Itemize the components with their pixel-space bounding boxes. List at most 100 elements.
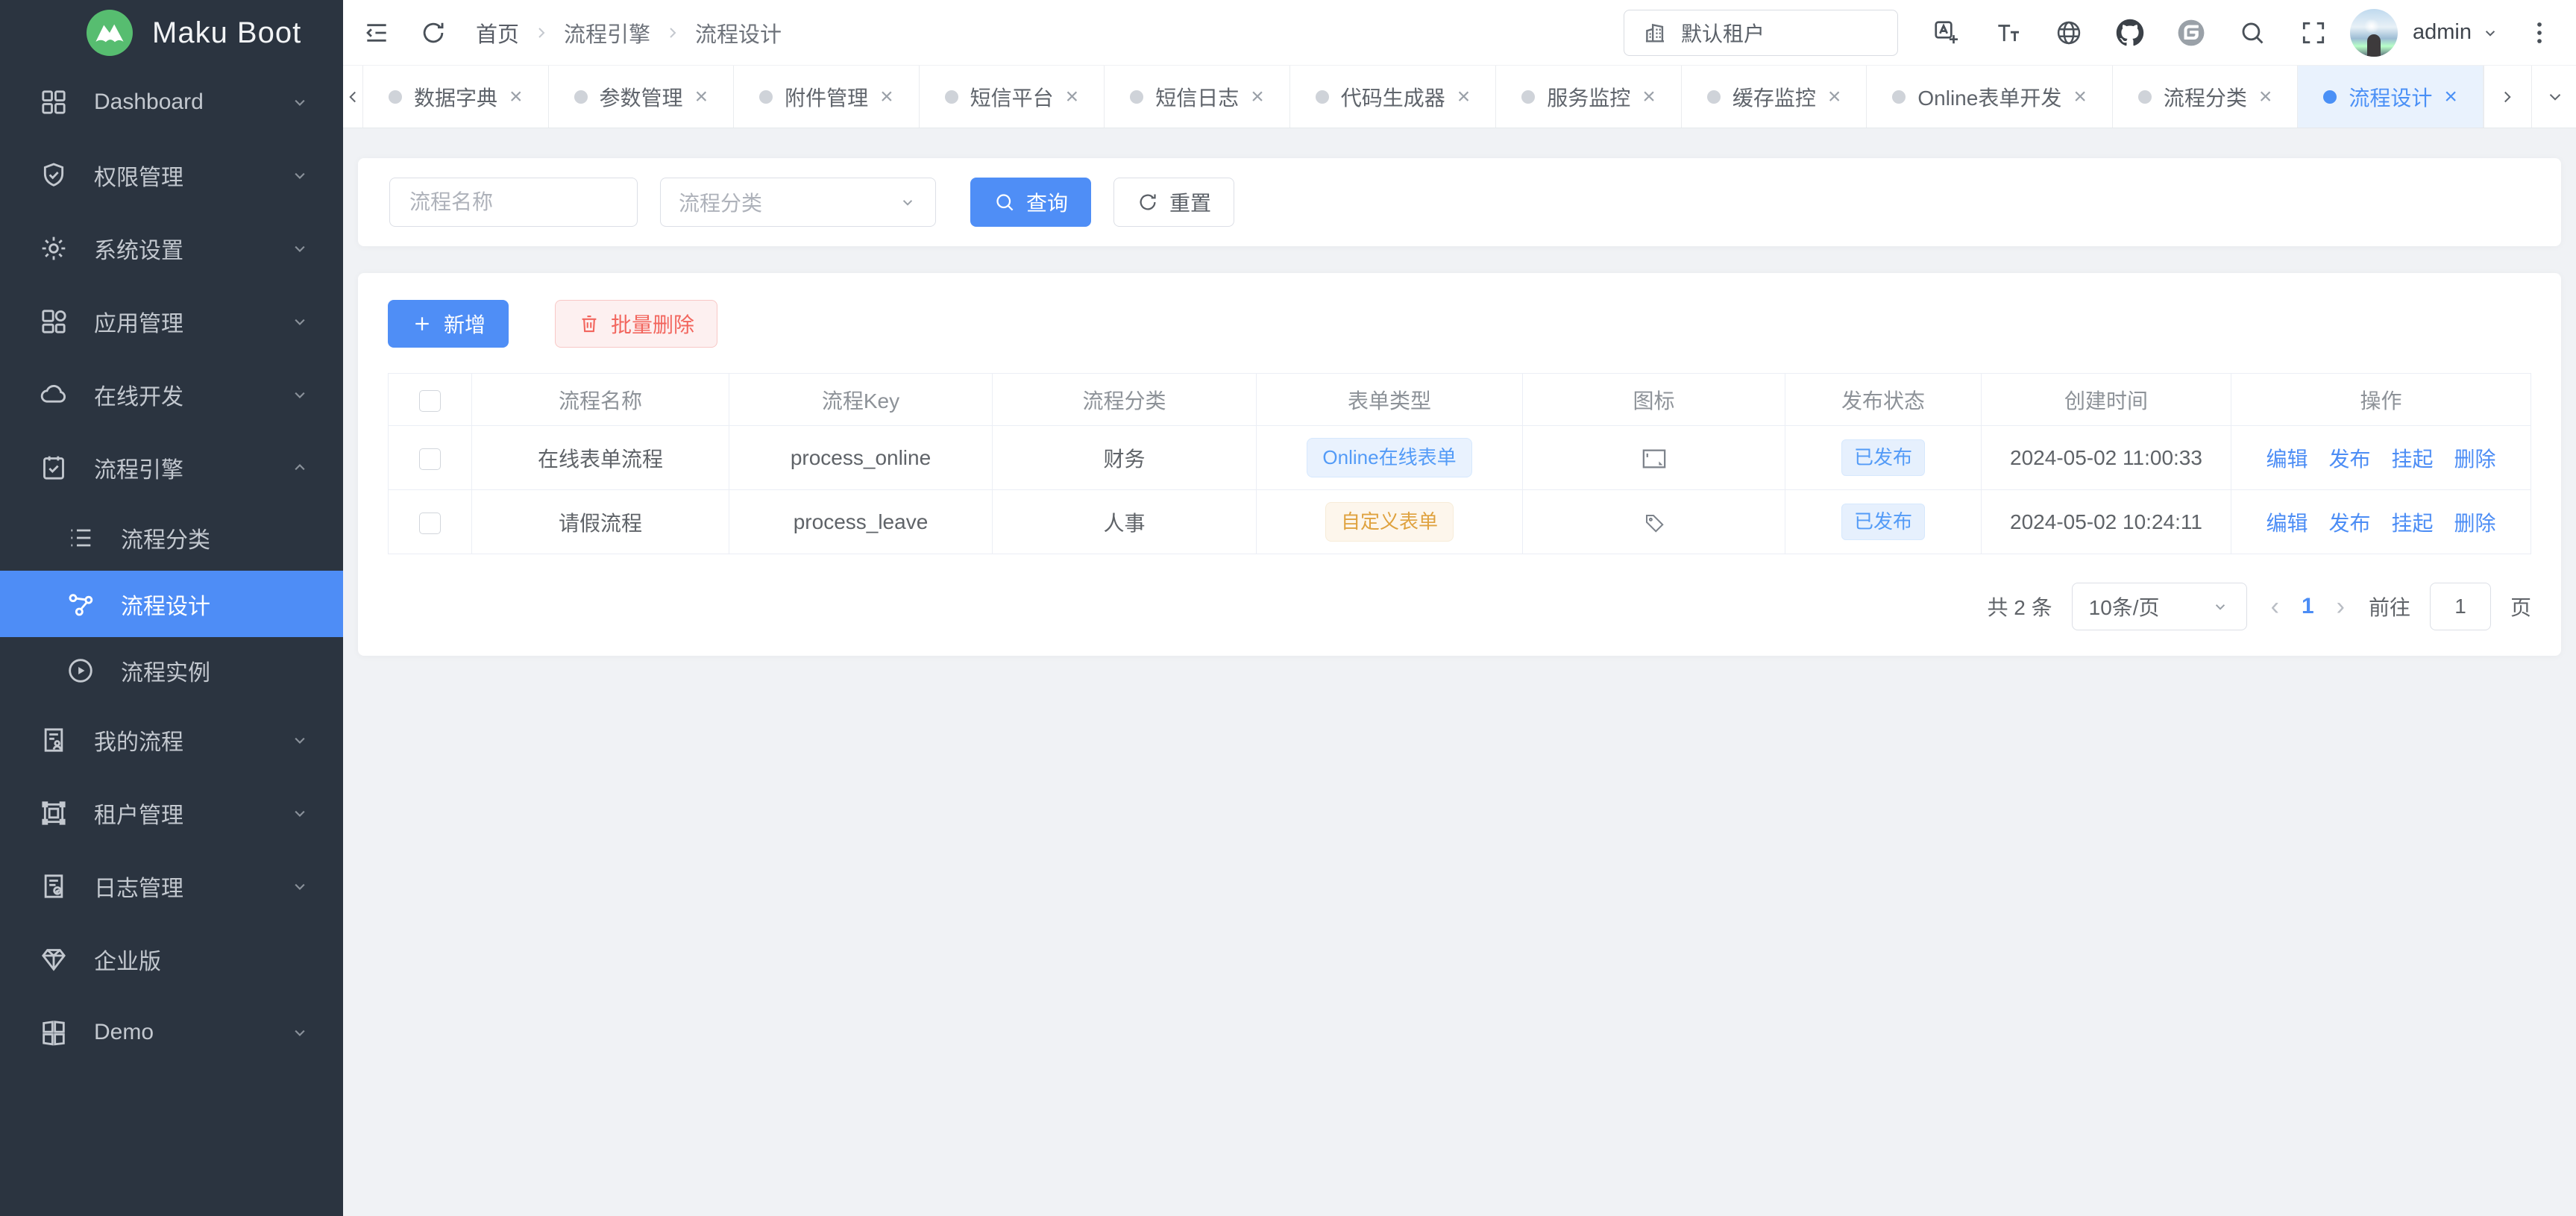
- user-name[interactable]: admin: [2413, 20, 2472, 45]
- tab-process-design[interactable]: 流程设计×: [2298, 66, 2484, 128]
- tab-cache-monitor[interactable]: 缓存监控×: [1682, 66, 1867, 128]
- close-icon[interactable]: ×: [1828, 86, 1841, 108]
- play-circle-icon: [66, 656, 95, 686]
- sidebar-item-app-management[interactable]: 应用管理: [0, 285, 343, 358]
- sidebar-item-label: 租户管理: [94, 797, 289, 830]
- sidebar-item-process-instance[interactable]: 流程实例: [0, 637, 343, 703]
- tenant-select[interactable]: 默认租户: [1624, 10, 1898, 56]
- close-icon[interactable]: ×: [695, 86, 709, 108]
- sidebar-item-process-design[interactable]: 流程设计: [0, 571, 343, 637]
- chevron-down-icon: [289, 238, 310, 259]
- sidebar-item-dashboard[interactable]: Dashboard: [0, 66, 343, 139]
- github-icon[interactable]: [2116, 19, 2144, 47]
- tab-data-dictionary[interactable]: 数据字典×: [362, 66, 549, 128]
- sidebar-item-process-category[interactable]: 流程分类: [0, 504, 343, 571]
- tab-attachment-management[interactable]: 附件管理×: [734, 66, 920, 128]
- batch-delete-button[interactable]: 批量删除: [555, 300, 717, 348]
- tab-dot: [1892, 90, 1906, 104]
- tab-process-category[interactable]: 流程分类×: [2113, 66, 2299, 128]
- app-root: Maku Boot Dashboard 权限管理 系统设置 应用管理: [0, 0, 2576, 1216]
- close-icon[interactable]: ×: [1457, 86, 1471, 108]
- current-page[interactable]: 1: [2302, 594, 2314, 619]
- collapse-sidebar-icon[interactable]: [362, 19, 391, 47]
- sidebar-item-label: 权限管理: [94, 159, 289, 192]
- close-icon[interactable]: ×: [2259, 86, 2272, 108]
- breadcrumb-workflow-engine[interactable]: 流程引擎: [564, 17, 650, 48]
- tab-sms-log[interactable]: 短信日志×: [1105, 66, 1290, 128]
- sidebar-item-online-dev[interactable]: 在线开发: [0, 358, 343, 431]
- sidebar-item-my-workflow[interactable]: 我的流程: [0, 703, 343, 777]
- workflow-engine-submenu: 流程分类 流程设计 流程实例: [0, 504, 343, 703]
- frame-icon: [39, 798, 69, 828]
- tab-scroll-left-icon[interactable]: [343, 66, 362, 128]
- user-avatar[interactable]: [2350, 9, 2398, 57]
- tab-service-monitor[interactable]: 服务监控×: [1496, 66, 1682, 128]
- pagination-total: 共 2 条: [1987, 592, 2052, 621]
- close-icon[interactable]: ×: [1642, 86, 1656, 108]
- font-size-icon[interactable]: [1994, 19, 2022, 47]
- sidebar-item-label: 企业版: [94, 943, 310, 976]
- kebab-menu-icon[interactable]: [2525, 19, 2554, 47]
- fullscreen-icon[interactable]: [2299, 19, 2328, 47]
- close-icon[interactable]: ×: [2444, 86, 2457, 108]
- edit-link[interactable]: 编辑: [2266, 507, 2308, 537]
- search-icon[interactable]: [2238, 19, 2266, 47]
- sidebar-item-tenant-management[interactable]: 租户管理: [0, 777, 343, 850]
- gitee-icon[interactable]: [2177, 19, 2205, 47]
- close-icon[interactable]: ×: [2073, 86, 2087, 108]
- publish-link[interactable]: 发布: [2328, 443, 2370, 473]
- sidebar-item-log-management[interactable]: 日志管理: [0, 850, 343, 923]
- sidebar: Maku Boot Dashboard 权限管理 系统设置 应用管理: [0, 0, 343, 1216]
- sidebar-item-label: 流程实例: [121, 654, 310, 687]
- page-size-select[interactable]: 10条/页: [2072, 583, 2247, 630]
- chevron-down-icon: [2211, 597, 2230, 616]
- process-category-select[interactable]: 流程分类: [660, 178, 936, 227]
- close-icon[interactable]: ×: [1066, 86, 1079, 108]
- reset-button[interactable]: 重置: [1113, 178, 1234, 227]
- chevron-down-icon: [289, 311, 310, 332]
- tab-online-form-dev[interactable]: Online表单开发×: [1867, 66, 2112, 128]
- suspend-link[interactable]: 挂起: [2392, 443, 2434, 473]
- add-button[interactable]: 新增: [388, 300, 509, 348]
- process-name-input[interactable]: [389, 178, 638, 227]
- table-header-row: 流程名称 流程Key 流程分类 表单类型 图标 发布状态 创建时间 操作: [389, 374, 2531, 426]
- maku-logo-icon: [87, 10, 133, 56]
- globe-icon[interactable]: [2055, 19, 2083, 47]
- chevron-down-icon: [289, 730, 310, 750]
- delete-link[interactable]: 删除: [2454, 443, 2496, 473]
- sidebar-item-permissions[interactable]: 权限管理: [0, 139, 343, 212]
- row-actions: 编辑 发布 挂起 删除: [2231, 443, 2531, 473]
- next-page-icon[interactable]: ›: [2337, 594, 2345, 619]
- tab-scroll-right-icon[interactable]: [2484, 66, 2531, 128]
- delete-link[interactable]: 删除: [2454, 507, 2496, 537]
- form-type-badge: Online在线表单: [1307, 438, 1471, 477]
- tab-sms-platform[interactable]: 短信平台×: [920, 66, 1105, 128]
- goto-page-input[interactable]: [2430, 583, 2491, 630]
- tab-dropdown-icon[interactable]: [2531, 66, 2576, 128]
- translate-icon[interactable]: [1932, 19, 1961, 47]
- edit-link[interactable]: 编辑: [2266, 443, 2308, 473]
- breadcrumb-home[interactable]: 首页: [476, 17, 519, 48]
- app-logo: Maku Boot: [0, 0, 343, 66]
- suspend-link[interactable]: 挂起: [2392, 507, 2434, 537]
- query-button[interactable]: 查询: [970, 178, 1091, 227]
- close-icon[interactable]: ×: [1251, 86, 1264, 108]
- header-icons: [1932, 19, 2328, 47]
- close-icon[interactable]: ×: [880, 86, 893, 108]
- sidebar-item-system-settings[interactable]: 系统设置: [0, 212, 343, 285]
- refresh-icon[interactable]: [419, 19, 447, 47]
- select-all-checkbox[interactable]: [419, 390, 441, 412]
- sidebar-item-workflow-engine[interactable]: 流程引擎: [0, 431, 343, 504]
- tab-param-management[interactable]: 参数管理×: [549, 66, 735, 128]
- sidebar-item-enterprise[interactable]: 企业版: [0, 923, 343, 996]
- publish-link[interactable]: 发布: [2328, 507, 2370, 537]
- tab-code-generator[interactable]: 代码生成器×: [1290, 66, 1497, 128]
- col-actions: 操作: [2231, 374, 2531, 426]
- close-icon[interactable]: ×: [509, 86, 523, 108]
- prev-page-icon[interactable]: ‹: [2271, 594, 2279, 619]
- gem-icon: [39, 944, 69, 974]
- row-checkbox[interactable]: [419, 513, 441, 534]
- row-checkbox[interactable]: [419, 448, 441, 470]
- sidebar-item-demo[interactable]: Demo: [0, 996, 343, 1069]
- chevron-down-icon[interactable]: [2481, 23, 2500, 43]
